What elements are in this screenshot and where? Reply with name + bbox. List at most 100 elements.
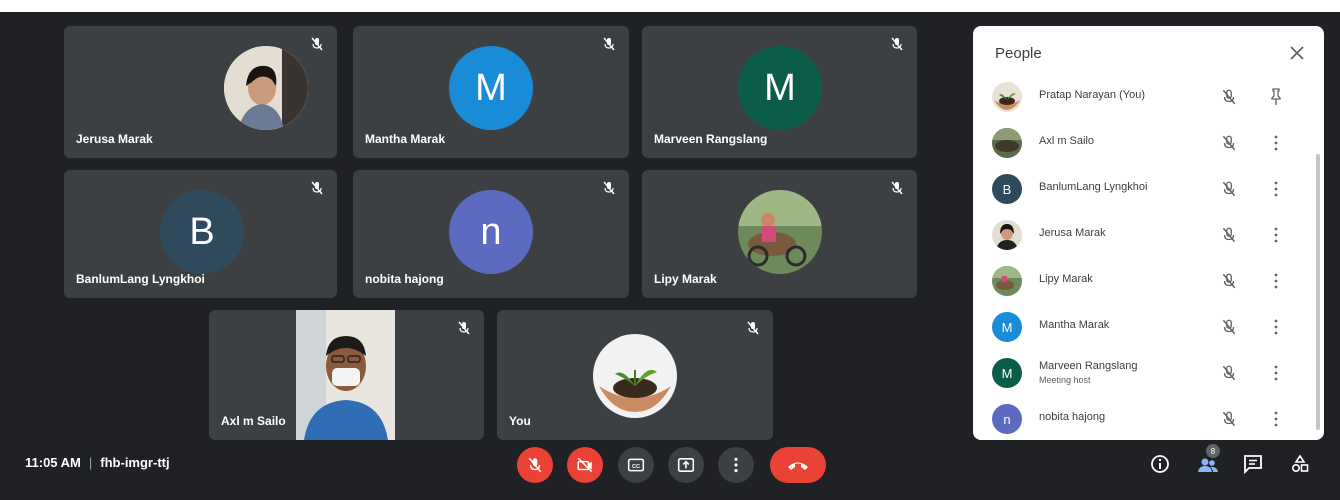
landscape-photo-icon bbox=[992, 128, 1022, 158]
people-panel: People Pratap Narayan (You) Axl m Sailo … bbox=[973, 26, 1324, 440]
present-screen-icon bbox=[677, 458, 695, 472]
participant-tile[interactable]: Lipy Marak bbox=[642, 170, 917, 298]
participant-row-name: BanlumLang Lyngkhoi bbox=[1039, 181, 1148, 193]
avatar-initial: M bbox=[1001, 319, 1013, 335]
captions-button[interactable]: CC bbox=[618, 447, 654, 483]
participant-avatar bbox=[992, 82, 1022, 112]
initial-avatar: B bbox=[160, 190, 244, 274]
mic-off-icon[interactable] bbox=[1220, 364, 1238, 382]
participant-name: Mantha Marak bbox=[365, 132, 446, 146]
camera-toggle-button[interactable] bbox=[567, 447, 603, 483]
mic-off-icon bbox=[603, 181, 615, 195]
chat-icon bbox=[1244, 455, 1262, 474]
more-vertical-icon[interactable] bbox=[1269, 179, 1283, 199]
camera-off-icon bbox=[577, 457, 593, 473]
participant-tile[interactable]: Axl m Sailo bbox=[209, 310, 484, 440]
mic-off-icon bbox=[891, 181, 903, 195]
meeting-code: fhb-imgr-ttj bbox=[100, 455, 170, 470]
participant-row[interactable]: Pratap Narayan (You) bbox=[973, 74, 1324, 120]
mic-off-icon bbox=[311, 37, 323, 51]
more-vertical-icon[interactable] bbox=[1269, 363, 1283, 383]
mic-off-icon[interactable] bbox=[1220, 410, 1238, 428]
avatar-initial: n bbox=[1003, 411, 1011, 427]
close-icon[interactable] bbox=[1286, 42, 1308, 64]
initial-avatar: n bbox=[449, 190, 533, 274]
participant-avatar: M bbox=[992, 312, 1022, 342]
info-icon bbox=[1151, 455, 1169, 473]
participant-tile[interactable]: M Mantha Marak bbox=[353, 26, 629, 158]
jerusa-avatar bbox=[224, 46, 308, 130]
participant-tile[interactable]: B BanlumLang Lyngkhoi bbox=[64, 170, 337, 298]
participant-avatar bbox=[992, 128, 1022, 158]
participant-row[interactable]: n nobita hajong bbox=[973, 396, 1324, 440]
lipy-avatar bbox=[738, 190, 822, 274]
more-vertical-icon[interactable] bbox=[1269, 133, 1283, 153]
participant-name: BanlumLang Lyngkhoi bbox=[76, 272, 205, 286]
person-photo-icon bbox=[992, 220, 1022, 250]
leave-call-button[interactable] bbox=[770, 447, 826, 483]
participant-row-name: Jerusa Marak bbox=[1039, 227, 1106, 239]
mic-off-icon[interactable] bbox=[1220, 134, 1238, 152]
svg-text:CC: CC bbox=[632, 464, 640, 470]
participant-avatar bbox=[992, 220, 1022, 250]
participant-tile[interactable]: n nobita hajong bbox=[353, 170, 629, 298]
initial-avatar: M bbox=[449, 46, 533, 130]
mic-off-icon bbox=[458, 321, 470, 335]
participant-name: Lipy Marak bbox=[654, 272, 717, 286]
mic-off-icon[interactable] bbox=[1220, 318, 1238, 336]
mic-off-icon bbox=[603, 37, 615, 51]
participant-name: Jerusa Marak bbox=[76, 132, 153, 146]
plant-in-hands-icon bbox=[992, 82, 1022, 112]
pin-icon[interactable] bbox=[1269, 87, 1283, 107]
more-vertical-icon[interactable] bbox=[1269, 225, 1283, 245]
clock-time: 11:05 AM bbox=[25, 455, 81, 470]
self-avatar bbox=[593, 334, 677, 418]
initial-avatar: M bbox=[738, 46, 822, 130]
participant-row-name: nobita hajong bbox=[1039, 411, 1106, 423]
avatar-initial: M bbox=[764, 66, 796, 109]
more-vertical-icon bbox=[734, 457, 738, 473]
mic-off-icon[interactable] bbox=[1220, 180, 1238, 198]
more-vertical-icon[interactable] bbox=[1269, 409, 1283, 429]
participant-row[interactable]: M Mantha Marak bbox=[973, 304, 1324, 350]
participant-avatar bbox=[992, 266, 1022, 296]
avatar-initial: M bbox=[475, 66, 507, 109]
participant-tile[interactable]: Jerusa Marak bbox=[64, 26, 337, 158]
participant-row[interactable]: Jerusa Marak bbox=[973, 212, 1324, 258]
participant-row-name: Lipy Marak bbox=[1039, 273, 1093, 285]
more-options-button[interactable] bbox=[718, 447, 754, 483]
activities-shapes-icon bbox=[1291, 454, 1309, 473]
avatar-initial: M bbox=[1001, 365, 1013, 381]
activities-button[interactable] bbox=[1288, 452, 1312, 476]
person-photo-icon bbox=[224, 46, 308, 130]
present-now-button[interactable] bbox=[668, 447, 704, 483]
mic-toggle-button[interactable] bbox=[517, 447, 553, 483]
participant-row-name: Mantha Marak bbox=[1039, 319, 1110, 331]
mic-off-icon bbox=[528, 457, 542, 473]
mic-off-icon[interactable] bbox=[1220, 88, 1238, 106]
participant-name: Axl m Sailo bbox=[221, 414, 286, 428]
participant-row-name: Axl m Sailo bbox=[1039, 135, 1095, 147]
participant-name: You bbox=[509, 414, 531, 428]
participant-tile-self[interactable]: You bbox=[497, 310, 773, 440]
meeting-details-button[interactable] bbox=[1148, 452, 1172, 476]
mic-off-icon[interactable] bbox=[1220, 226, 1238, 244]
mic-off-icon bbox=[747, 321, 759, 335]
more-vertical-icon[interactable] bbox=[1269, 271, 1283, 291]
participant-row[interactable]: M Marveen Rangslang Meeting host bbox=[973, 350, 1324, 396]
participant-tile[interactable]: M Marveen Rangslang bbox=[642, 26, 917, 158]
photo-thumbnail-icon bbox=[738, 190, 822, 274]
closed-captions-icon: CC bbox=[627, 458, 645, 472]
participant-row[interactable]: Lipy Marak bbox=[973, 258, 1324, 304]
more-vertical-icon[interactable] bbox=[1269, 317, 1283, 337]
participant-avatar: n bbox=[992, 404, 1022, 434]
chat-button[interactable] bbox=[1241, 452, 1265, 476]
mic-off-icon[interactable] bbox=[1220, 272, 1238, 290]
hang-up-icon bbox=[788, 462, 808, 470]
participant-count-badge: 8 bbox=[1206, 444, 1220, 458]
participant-row[interactable]: B BanlumLang Lyngkhoi bbox=[973, 166, 1324, 212]
photo-thumbnail-icon bbox=[992, 266, 1022, 296]
avatar-initial: B bbox=[1002, 181, 1012, 197]
participant-row[interactable]: Axl m Sailo bbox=[973, 120, 1324, 166]
people-button[interactable]: 8 bbox=[1196, 444, 1220, 476]
